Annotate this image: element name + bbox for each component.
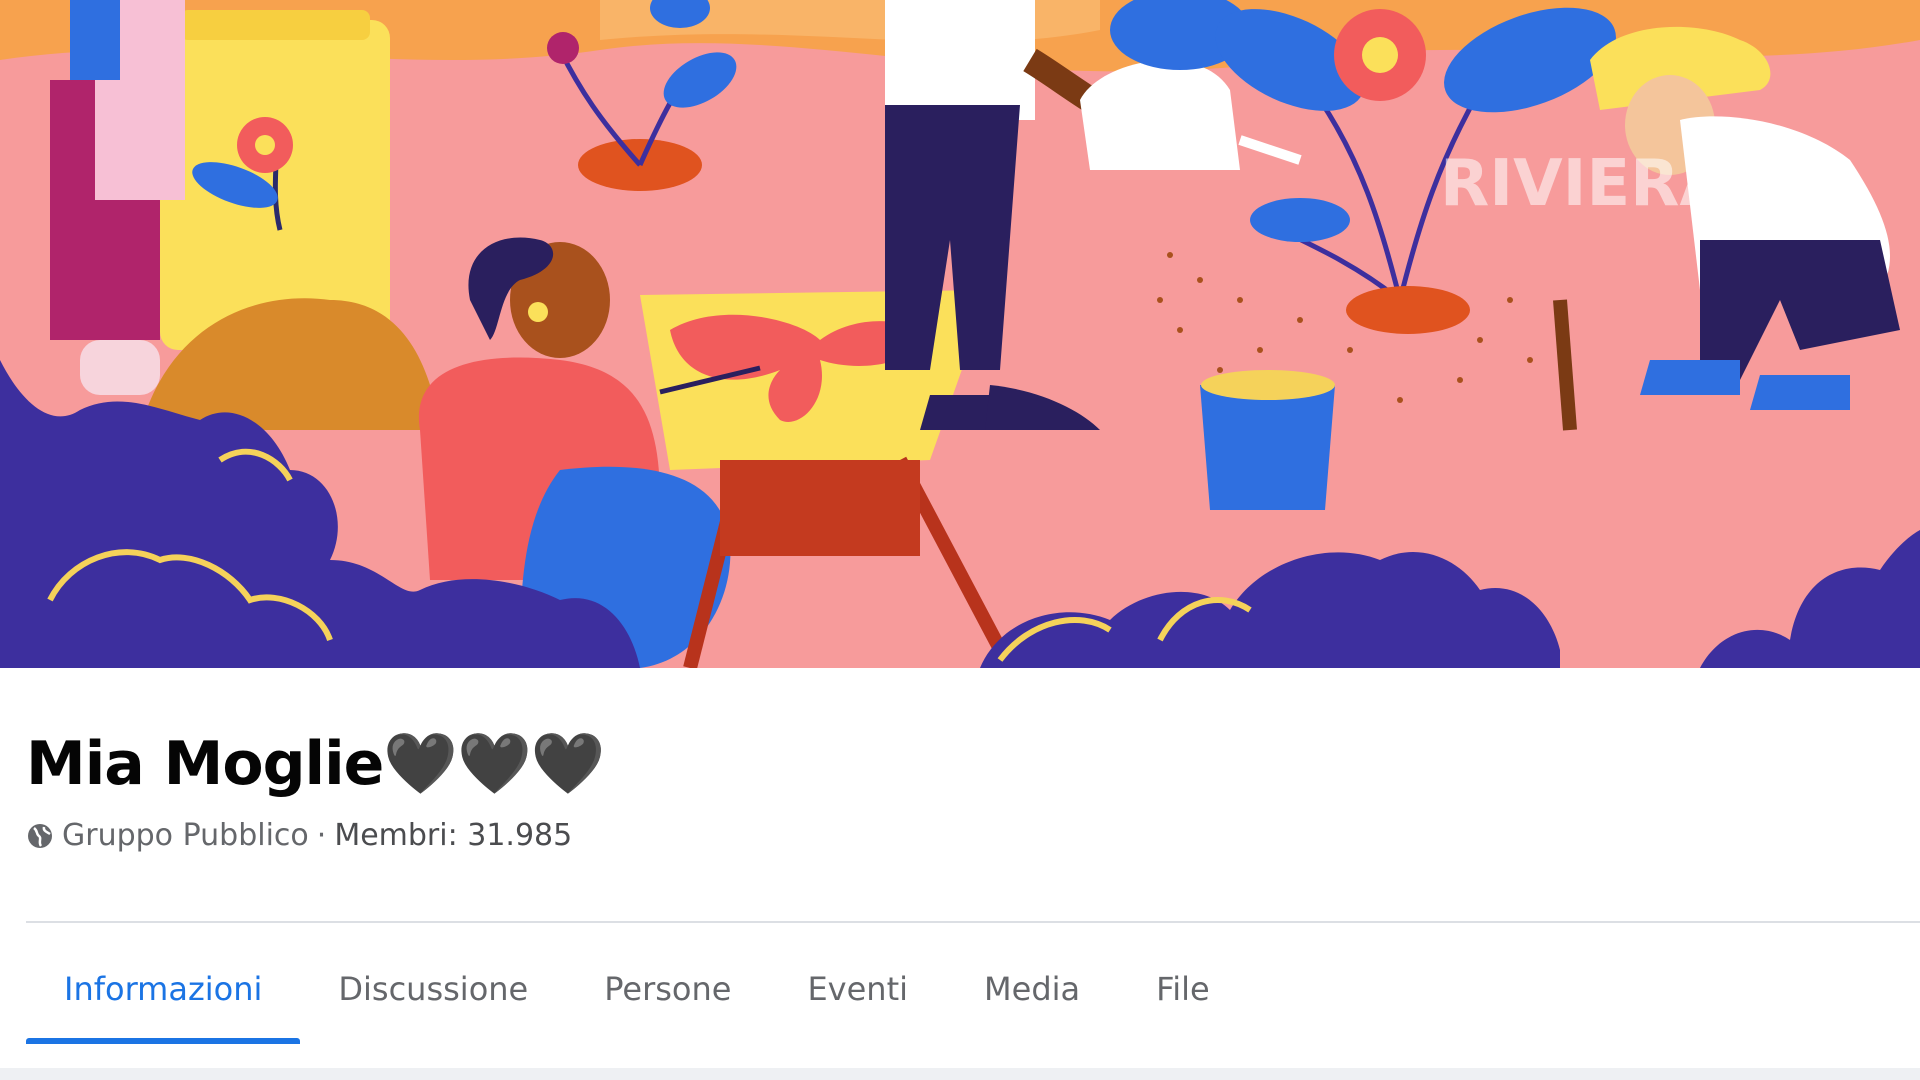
meta-separator: · [316, 818, 327, 853]
privacy-label[interactable]: Gruppo Pubblico [62, 818, 309, 853]
group-header: Mia Moglie🖤🖤🖤 Gruppo Pubblico · Membri: … [0, 668, 1920, 1080]
tab-media[interactable]: Media [946, 958, 1118, 1042]
content-separator [0, 1068, 1920, 1080]
group-cover-photo[interactable]: RIVIERA [0, 0, 1920, 668]
tab-eventi[interactable]: Eventi [769, 958, 946, 1042]
tab-informazioni[interactable]: Informazioni [26, 958, 301, 1044]
members-count[interactable]: Membri: 31.985 [334, 818, 572, 853]
globe-icon [26, 822, 54, 850]
group-tabs: Informazioni Discussione Persone Eventi … [26, 958, 1248, 1048]
header-divider [26, 921, 1920, 923]
tab-persone[interactable]: Persone [566, 958, 769, 1042]
group-meta: Gruppo Pubblico · Membri: 31.985 [26, 818, 572, 853]
tab-file[interactable]: File [1118, 958, 1248, 1042]
watermark: RIVIERA [1440, 147, 1729, 221]
tab-discussione[interactable]: Discussione [300, 958, 566, 1042]
group-name: Mia Moglie🖤🖤🖤 [26, 729, 605, 799]
